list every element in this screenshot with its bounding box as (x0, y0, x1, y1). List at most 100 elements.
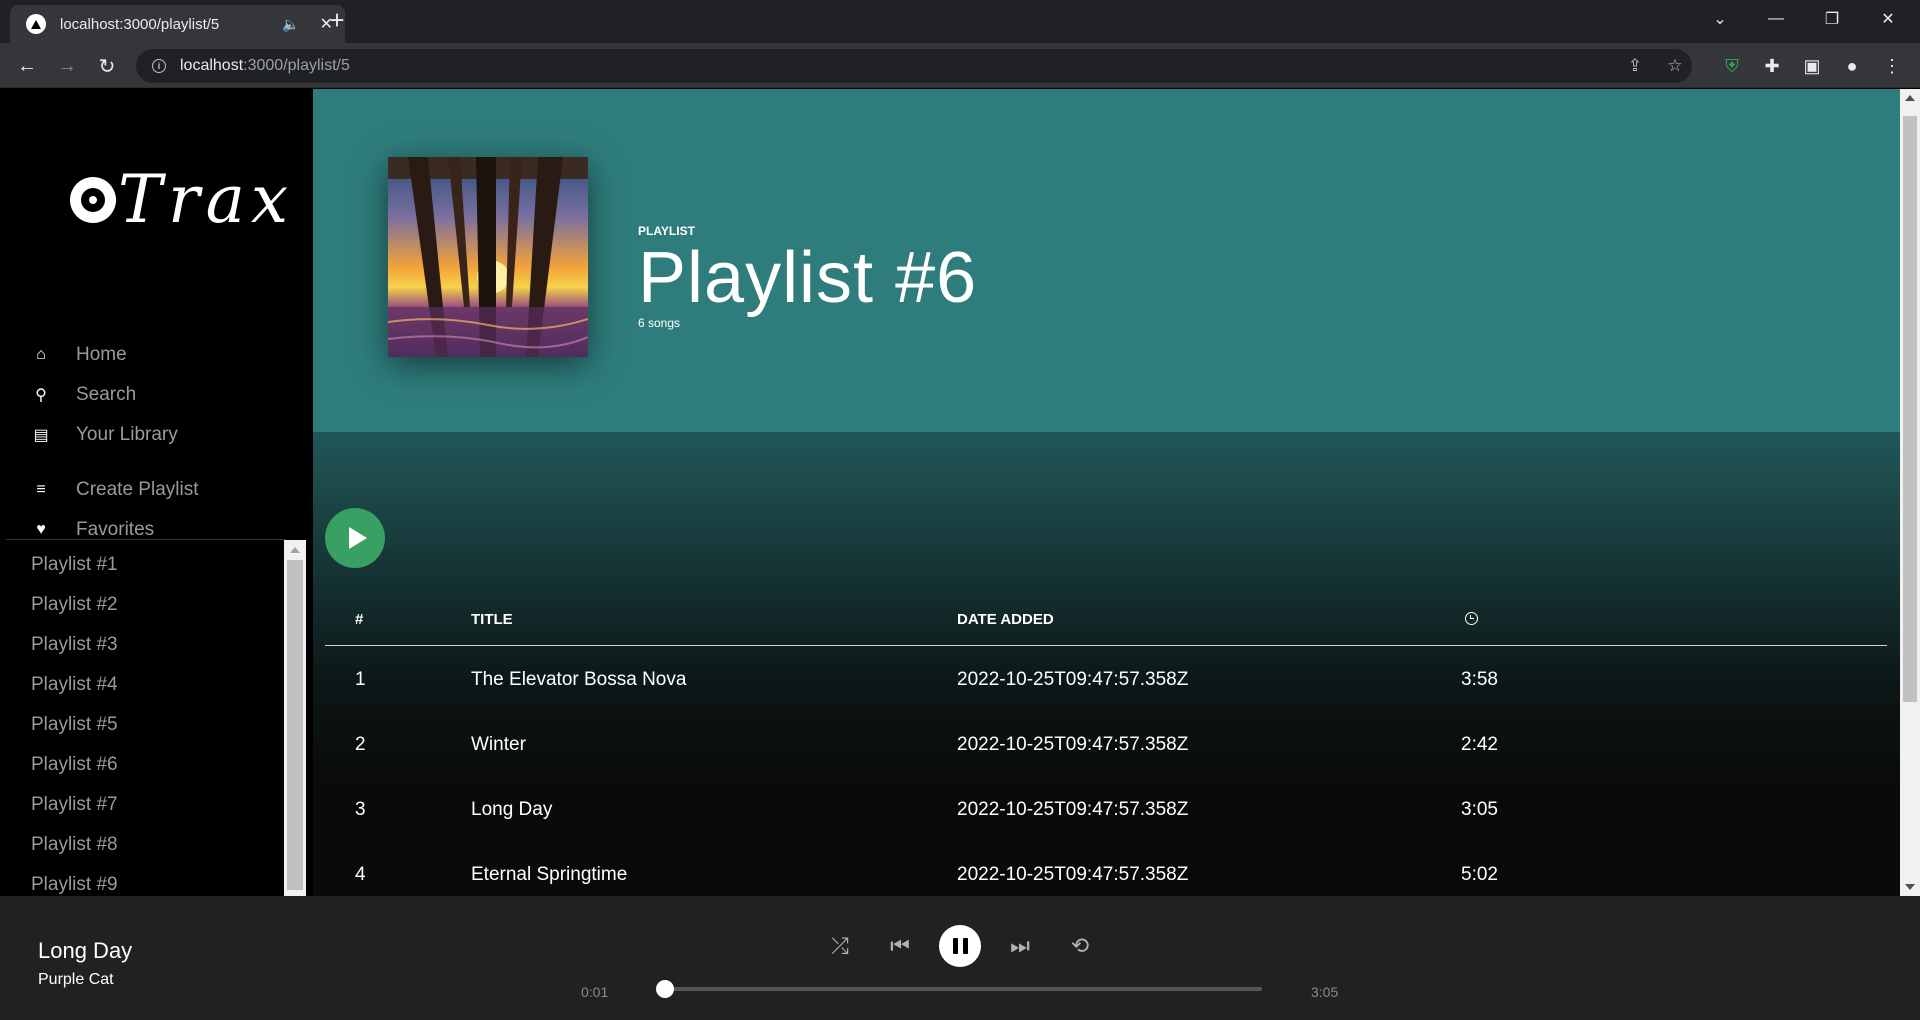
restore-button[interactable]: ❐ (1804, 0, 1860, 38)
side-panel-icon[interactable]: ▣ (1797, 51, 1827, 81)
scrollbar-thumb[interactable] (1903, 116, 1917, 702)
address-bar[interactable]: i localhost:3000/playlist/5 ⇪ ☆ (136, 49, 1692, 83)
sidebar: Trax ⌂ Home ⚲ Search ▤ Your Library ≡ Cr… (0, 89, 313, 896)
browser-tabbar: localhost:3000/playlist/5 🔈 ✕ + ⌄ — ❐ ✕ (0, 0, 1920, 43)
browser-toolbar: ← → ↻ i localhost:3000/playlist/5 ⇪ ☆ ⛨ … (0, 43, 1920, 88)
sidebar-item-library[interactable]: ▤ Your Library (30, 415, 300, 455)
sidebar-item-create-playlist[interactable]: ≡ Create Playlist (30, 470, 300, 510)
elapsed-time: 0:01 (581, 984, 609, 1000)
playlist-item[interactable]: Playlist #6 (0, 745, 306, 785)
track-number: 4 (355, 864, 366, 885)
playlist-scrollbar[interactable] (284, 540, 306, 896)
sidebar-item-label: Search (76, 384, 137, 405)
now-playing-artist: Purple Cat (38, 971, 114, 988)
browser-tab[interactable]: localhost:3000/playlist/5 🔈 ✕ (10, 5, 345, 43)
playlist-item[interactable]: Playlist #8 (0, 825, 306, 865)
main-scrollbar[interactable] (1900, 89, 1920, 896)
sidebar-item-label: Create Playlist (76, 479, 199, 500)
table-row[interactable]: 1 The Elevator Bossa Nova 2022-10-25T09:… (325, 647, 1887, 712)
playlist-item[interactable]: Playlist #3 (0, 625, 306, 665)
library-icon: ▤ (33, 427, 49, 444)
tab-title: localhost:3000/playlist/5 (60, 15, 220, 33)
track-title: Long Day (471, 799, 553, 820)
scrollbar-thumb[interactable] (287, 560, 303, 890)
track-date: 2022-10-25T09:47:57.358Z (957, 734, 1189, 755)
tab-audio-icon[interactable]: 🔈 (282, 16, 299, 33)
forward-arrow-icon[interactable]: → (52, 51, 82, 81)
extensions-puzzle-icon[interactable]: ✚ (1757, 51, 1787, 81)
vinyl-disc-icon (70, 177, 116, 223)
url-text: localhost:3000/playlist/5 (180, 57, 350, 74)
playlist-item[interactable]: Playlist #9 (0, 865, 306, 896)
scroll-down-icon[interactable] (1905, 884, 1915, 890)
playlist-item[interactable]: Playlist #1 (0, 545, 306, 585)
track-duration: 3:05 (1461, 799, 1498, 820)
previous-track-icon[interactable]: ⏮ (880, 926, 920, 966)
next-track-icon[interactable]: ⏭ (1000, 926, 1040, 966)
player-bar: Long Day Purple Cat ⤮ ⏮ ⏭ ⟲ 0:01 3:05 (0, 896, 1920, 1020)
column-number: # (355, 611, 364, 628)
playlist-main: PLAYLIST Playlist #6 6 songs # TITLE DAT… (313, 89, 1900, 896)
site-info-icon[interactable]: i (152, 59, 166, 73)
play-playlist-button[interactable] (325, 508, 385, 568)
shield-extension-icon[interactable]: ⛨ (1717, 51, 1747, 81)
track-duration: 3:58 (1461, 669, 1498, 690)
playlist-add-icon: ≡ (36, 481, 46, 498)
track-number: 2 (355, 734, 366, 755)
logo-text: Trax (118, 161, 295, 238)
sidebar-item-label: Your Library (76, 424, 178, 445)
track-duration: 2:42 (1461, 734, 1498, 755)
pause-button[interactable] (939, 925, 981, 967)
repeat-icon[interactable]: ⟲ (1060, 926, 1100, 966)
home-icon: ⌂ (36, 346, 46, 363)
seek-knob[interactable] (656, 980, 674, 998)
sidebar-item-home[interactable]: ⌂ Home (30, 335, 300, 375)
share-icon[interactable]: ⇪ (1620, 49, 1650, 83)
table-header: # TITLE DATE ADDED (325, 611, 1887, 646)
sidebar-item-search[interactable]: ⚲ Search (30, 375, 300, 415)
playlist-item[interactable]: Playlist #4 (0, 665, 306, 705)
sidebar-item-label: Home (76, 344, 127, 365)
now-playing-title: Long Day (38, 938, 133, 963)
track-number: 1 (355, 669, 366, 690)
playlist-title: Playlist #6 (638, 238, 978, 318)
seek-bar[interactable] (662, 987, 1262, 991)
track-number: 3 (355, 799, 366, 820)
minimize-button[interactable]: — (1748, 0, 1804, 38)
track-date: 2022-10-25T09:47:57.358Z (957, 864, 1189, 885)
app: Trax ⌂ Home ⚲ Search ▤ Your Library ≡ Cr… (0, 89, 1920, 1020)
clock-icon (1465, 612, 1478, 629)
close-window-button[interactable]: ✕ (1860, 0, 1916, 38)
table-row[interactable]: 2 Winter 2022-10-25T09:47:57.358Z 2:42 (325, 712, 1887, 777)
playlist-kind-label: PLAYLIST (638, 224, 695, 238)
track-date: 2022-10-25T09:47:57.358Z (957, 799, 1189, 820)
song-count: 6 songs (638, 316, 681, 330)
table-row[interactable]: 4 Eternal Springtime 2022-10-25T09:47:57… (325, 842, 1887, 896)
new-tab-button[interactable]: + (325, 7, 349, 33)
track-title: The Elevator Bossa Nova (471, 669, 687, 690)
table-row[interactable]: 3 Long Day 2022-10-25T09:47:57.358Z 3:05 (325, 777, 1887, 842)
playlist-item[interactable]: Playlist #2 (0, 585, 306, 625)
scroll-up-icon[interactable] (1905, 95, 1915, 101)
search-icon: ⚲ (35, 387, 47, 404)
shuffle-icon[interactable]: ⤮ (820, 926, 860, 966)
back-arrow-icon[interactable]: ← (12, 51, 42, 81)
vercel-favicon-icon (26, 14, 46, 34)
browser-menu-icon[interactable]: ⋮ (1877, 51, 1907, 81)
track-date: 2022-10-25T09:47:57.358Z (957, 669, 1189, 690)
scroll-up-icon[interactable] (290, 547, 300, 553)
bookmark-star-icon[interactable]: ☆ (1660, 49, 1690, 83)
column-title: TITLE (471, 611, 513, 628)
reload-icon[interactable]: ↻ (92, 51, 122, 81)
track-duration: 5:02 (1461, 864, 1498, 885)
sidebar-item-label: Favorites (76, 519, 155, 540)
playlist-list: Playlist #1 Playlist #2 Playlist #3 Play… (0, 540, 306, 896)
playlist-item[interactable]: Playlist #7 (0, 785, 306, 825)
tab-search-icon[interactable]: ⌄ (1692, 0, 1748, 38)
heart-icon: ♥ (36, 521, 46, 538)
playlist-item[interactable]: Playlist #5 (0, 705, 306, 745)
trax-logo[interactable]: Trax (70, 167, 294, 233)
track-title: Eternal Springtime (471, 864, 628, 885)
profile-icon[interactable]: ● (1837, 51, 1867, 81)
total-time: 3:05 (1311, 984, 1339, 1000)
